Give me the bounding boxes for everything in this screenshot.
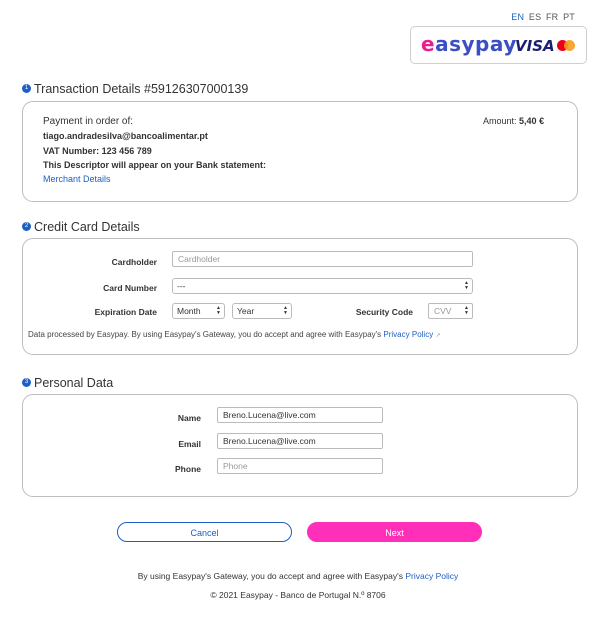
credit-card-box: Cardholder Cardholder Card Number --- ▲ ▼… xyxy=(22,238,578,355)
name-input[interactable]: Breno.Lucena@live.com xyxy=(217,407,383,423)
next-button[interactable]: Next xyxy=(307,522,482,542)
step-1-icon: 1 xyxy=(22,84,31,94)
personal-data-section-title: 3 Personal Data xyxy=(22,376,113,390)
amount-value: 5,40 € xyxy=(519,116,545,126)
footer-notice: By using Easypay's Gateway, you do accep… xyxy=(137,571,459,581)
cardholder-input[interactable]: Cardholder xyxy=(172,251,473,267)
lang-en[interactable]: EN xyxy=(511,12,524,22)
external-link-icon: ↗ xyxy=(435,333,441,339)
easypay-logo: easypay xyxy=(421,32,517,56)
name-label: Name xyxy=(177,413,201,423)
credit-card-section-title: 2 Credit Card Details xyxy=(22,220,140,234)
select-arrows-icon: ▲ ▼ xyxy=(216,305,221,316)
cardholder-label: Cardholder xyxy=(111,257,157,267)
email-label: Email xyxy=(178,439,201,449)
privacy-policy-link[interactable]: Privacy Policy xyxy=(383,330,433,339)
data-processing-notice: Data processed by Easypay. By using Easy… xyxy=(28,330,441,339)
month-select[interactable]: Month ▲ ▼ xyxy=(172,303,225,319)
visa-logo: VISA xyxy=(515,37,555,55)
amount: Amount: 5,40 € xyxy=(483,116,544,126)
transaction-section-title: 1 Transaction Details #59126307000139 xyxy=(22,82,248,96)
merchant-email: tiago.andradesilva@bancoalimentar.pt xyxy=(43,131,208,141)
card-number-select[interactable]: --- ▲ ▼ xyxy=(172,278,473,294)
descriptor-text: This Descriptor will appear on your Bank… xyxy=(43,160,267,170)
select-arrows-icon: ▲ ▼ xyxy=(464,280,469,291)
expiration-date-label: Expiration Date xyxy=(94,307,157,317)
vat-number: VAT Number: 123 456 789 xyxy=(43,146,152,156)
lang-pt[interactable]: PT xyxy=(563,12,575,22)
personal-data-box: Name Breno.Lucena@live.com Email Breno.L… xyxy=(22,394,578,497)
card-number-label: Card Number xyxy=(103,283,157,293)
brand-box: easypay VISA xyxy=(410,26,587,64)
cvv-input[interactable]: CVV ▲ ▼ xyxy=(428,303,473,319)
select-arrows-icon: ▲ ▼ xyxy=(283,305,288,316)
lang-fr[interactable]: FR xyxy=(546,12,558,22)
merchant-details-link[interactable]: Merchant Details xyxy=(43,174,111,184)
lang-es[interactable]: ES xyxy=(529,12,541,22)
mastercard-logo-icon xyxy=(557,40,575,51)
cancel-button[interactable]: Cancel xyxy=(117,522,292,542)
stepper-arrows-icon: ▲ ▼ xyxy=(464,305,469,316)
phone-label: Phone xyxy=(175,464,201,474)
step-3-icon: 3 xyxy=(22,378,31,388)
payment-in-order-of: Payment in order of: xyxy=(43,116,134,127)
step-2-icon: 2 xyxy=(22,222,31,232)
footer-privacy-policy-link[interactable]: Privacy Policy xyxy=(405,571,458,581)
language-selector: EN ES FR PT xyxy=(509,12,575,22)
copyright: © 2021 Easypay - Banco de Portugal N.º 8… xyxy=(210,590,386,600)
security-code-label: Security Code xyxy=(355,307,413,317)
email-input[interactable]: Breno.Lucena@live.com xyxy=(217,433,383,449)
year-select[interactable]: Year ▲ ▼ xyxy=(232,303,292,319)
transaction-details-box: Payment in order of: tiago.andradesilva@… xyxy=(22,101,578,202)
phone-input[interactable]: Phone xyxy=(217,458,383,474)
amount-label: Amount: xyxy=(483,116,517,126)
